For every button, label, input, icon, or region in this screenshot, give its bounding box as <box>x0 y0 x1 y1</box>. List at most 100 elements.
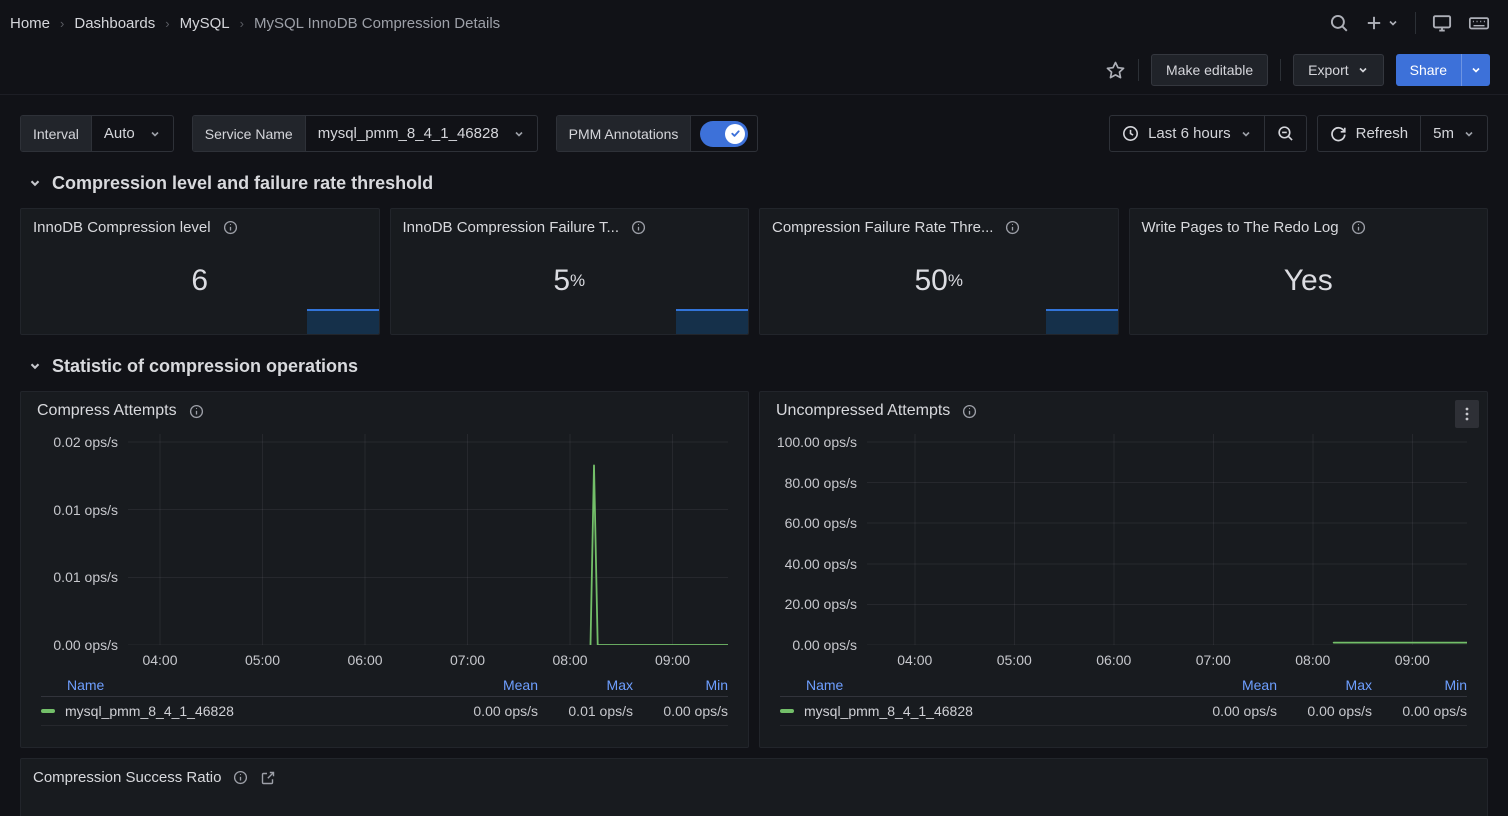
stat-value: Yes <box>1130 236 1488 334</box>
section-compression-threshold[interactable]: Compression level and failure rate thres… <box>20 168 1488 198</box>
breadcrumb-mysql[interactable]: MySQL <box>180 15 230 32</box>
chevron-down-icon <box>513 128 525 140</box>
plot-area[interactable] <box>128 434 728 645</box>
panel-menu-kebab-icon[interactable] <box>1455 400 1479 428</box>
share-menu-button[interactable] <box>1461 54 1490 86</box>
top-nav-bar: Home › Dashboards › MySQL › MySQL InnoDB… <box>0 0 1508 46</box>
refresh-button[interactable]: Refresh <box>1318 116 1421 151</box>
legend-header-min[interactable]: Min <box>1372 677 1467 693</box>
service-name-label: Service Name <box>193 116 306 151</box>
panel-compress-attempts: Compress Attempts 0.02 ops/s0.01 ops/s0.… <box>20 391 749 748</box>
dashboard-toolbar: Make editable Export Share <box>0 46 1508 95</box>
panel-title[interactable]: Write Pages to The Redo Log <box>1142 219 1339 236</box>
y-axis-tick-label: 20.00 ops/s <box>785 596 857 612</box>
info-icon[interactable] <box>223 220 238 235</box>
export-button[interactable]: Export <box>1293 54 1383 86</box>
panel-title[interactable]: Uncompressed Attempts <box>776 402 950 420</box>
share-button[interactable]: Share <box>1396 54 1461 86</box>
info-icon[interactable] <box>1351 220 1366 235</box>
legend-header-max[interactable]: Max <box>1277 677 1372 693</box>
time-range-picker[interactable]: Last 6 hours <box>1110 116 1264 151</box>
info-icon[interactable] <box>1005 220 1020 235</box>
series-max: 0.00 ops/s <box>1277 703 1372 719</box>
legend-series[interactable]: mysql_pmm_8_4_1_46828 <box>41 703 443 719</box>
time-range-group: Last 6 hours <box>1109 115 1307 152</box>
panel-title[interactable]: Compress Attempts <box>37 402 177 420</box>
chevron-down-icon <box>1463 128 1475 140</box>
x-axis-tick-label: 06:00 <box>347 652 382 668</box>
zoom-out-button[interactable] <box>1264 116 1306 151</box>
panel-title[interactable]: InnoDB Compression Failure T... <box>403 219 619 236</box>
legend-series[interactable]: mysql_pmm_8_4_1_46828 <box>780 703 1182 719</box>
make-editable-button[interactable]: Make editable <box>1151 54 1268 86</box>
legend-header-name[interactable]: Name <box>41 677 443 693</box>
x-axis-tick-label: 09:00 <box>1395 652 1430 668</box>
add-menu-button[interactable] <box>1365 14 1399 32</box>
search-icon[interactable] <box>1329 13 1349 33</box>
info-icon[interactable] <box>233 770 248 785</box>
y-axis-tick-label: 40.00 ops/s <box>785 556 857 572</box>
panel-title[interactable]: Compression Failure Rate Thre... <box>772 219 993 236</box>
series-name: mysql_pmm_8_4_1_46828 <box>65 703 234 719</box>
legend-row: mysql_pmm_8_4_1_46828 0.00 ops/s 0.00 op… <box>780 697 1467 726</box>
pmm-annotations-toggle[interactable] <box>700 121 748 147</box>
refresh-label: Refresh <box>1356 125 1409 142</box>
series-mean: 0.00 ops/s <box>443 703 538 719</box>
x-axis-tick-label: 08:00 <box>1295 652 1330 668</box>
series-name: mysql_pmm_8_4_1_46828 <box>804 703 973 719</box>
panel-uncompressed-attempts: Uncompressed Attempts 100.00 ops/s80.00 … <box>759 391 1488 748</box>
legend-header-min[interactable]: Min <box>633 677 728 693</box>
panel-compression-success-ratio: Compression Success Ratio <box>20 758 1488 816</box>
y-axis: 0.02 ops/s0.01 ops/s0.01 ops/s0.00 ops/s <box>26 434 118 645</box>
divider <box>1280 59 1281 81</box>
refresh-interval-select[interactable]: 5m <box>1420 116 1487 151</box>
interval-label: Interval <box>21 116 92 151</box>
info-icon[interactable] <box>631 220 646 235</box>
chevron-down-icon <box>1240 128 1252 140</box>
x-axis-tick-label: 04:00 <box>142 652 177 668</box>
pmm-annotations-control: PMM Annotations <box>556 115 759 152</box>
chevron-down-icon <box>28 176 42 190</box>
chart-legend: Name Mean Max Min mysql_pmm_8_4_1_46828 … <box>41 673 728 726</box>
x-axis-tick-label: 05:00 <box>245 652 280 668</box>
export-button-label: Export <box>1308 62 1348 78</box>
panel-write-pages-redo-log: Write Pages to The Redo Log Yes <box>1129 208 1489 335</box>
y-axis-tick-label: 0.01 ops/s <box>53 502 118 518</box>
series-color-swatch <box>780 709 794 713</box>
series-color-swatch <box>41 709 55 713</box>
breadcrumb-dashboards[interactable]: Dashboards <box>74 15 155 32</box>
legend-header-max[interactable]: Max <box>538 677 633 693</box>
keyboard-icon[interactable] <box>1468 13 1490 33</box>
x-axis-tick-label: 07:00 <box>1196 652 1231 668</box>
y-axis-tick-label: 0.00 ops/s <box>792 637 857 653</box>
plot-area[interactable] <box>867 434 1467 645</box>
series-min: 0.00 ops/s <box>1372 703 1467 719</box>
stat-sparkline <box>676 309 748 334</box>
monitor-icon[interactable] <box>1432 13 1452 33</box>
legend-header-name[interactable]: Name <box>780 677 1182 693</box>
legend-header-mean[interactable]: Mean <box>443 677 538 693</box>
check-icon <box>730 128 741 139</box>
legend-header-mean[interactable]: Mean <box>1182 677 1277 693</box>
chevron-down-icon <box>1470 64 1482 76</box>
panel-title[interactable]: Compression Success Ratio <box>33 769 221 786</box>
star-icon[interactable] <box>1105 60 1126 81</box>
stat-sparkline <box>1046 309 1118 334</box>
stats-row: InnoDB Compression level 6 InnoDB Compre… <box>20 208 1488 335</box>
y-axis-tick-label: 0.02 ops/s <box>53 434 118 450</box>
series-max: 0.01 ops/s <box>538 703 633 719</box>
section-statistic-compression-operations[interactable]: Statistic of compression operations <box>20 351 1488 381</box>
info-icon[interactable] <box>189 404 204 419</box>
info-icon[interactable] <box>962 404 977 419</box>
panel-title[interactable]: InnoDB Compression level <box>33 219 211 236</box>
chevron-down-icon <box>28 359 42 373</box>
section-title: Compression level and failure rate thres… <box>52 173 433 194</box>
charts-row: Compress Attempts 0.02 ops/s0.01 ops/s0.… <box>20 391 1488 748</box>
x-axis-tick-label: 05:00 <box>997 652 1032 668</box>
x-axis-tick-label: 08:00 <box>552 652 587 668</box>
breadcrumb-home[interactable]: Home <box>10 15 50 32</box>
service-name-select[interactable]: mysql_pmm_8_4_1_46828 <box>306 116 537 151</box>
legend-header: Name Mean Max Min <box>41 673 728 697</box>
interval-select[interactable]: Auto <box>92 116 173 151</box>
external-link-icon[interactable] <box>260 770 276 786</box>
